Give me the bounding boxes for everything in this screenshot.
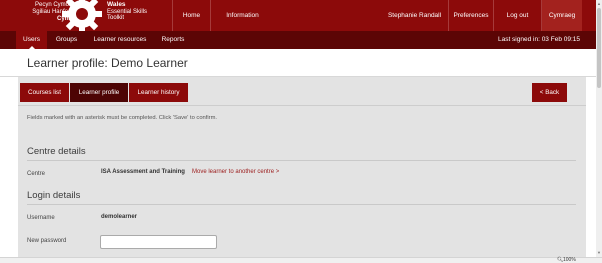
subnav-learner-resources[interactable]: Learner resources bbox=[88, 31, 152, 49]
profile-panel: Courses list Learner profile Learner his… bbox=[18, 77, 586, 257]
scroll-up-icon[interactable]: ▲ bbox=[597, 1, 601, 6]
move-learner-link[interactable]: Move learner to another centre > bbox=[192, 169, 279, 175]
back-button[interactable]: < Back bbox=[532, 83, 567, 102]
subnav-users[interactable]: Users bbox=[16, 31, 47, 49]
login-divider bbox=[27, 204, 576, 205]
nav-information-link[interactable]: Information bbox=[210, 0, 274, 31]
tab-learner-history[interactable]: Learner history bbox=[129, 83, 188, 102]
login-details-heading: Login details bbox=[27, 190, 81, 201]
browser-status-bar: 🔍︎ 100% bbox=[0, 257, 602, 263]
centre-divider bbox=[27, 160, 576, 161]
last-signed-in: Last signed in: 03 Feb 09:15 bbox=[497, 36, 580, 43]
nav-logout-link[interactable]: Log out bbox=[493, 0, 541, 31]
brand-line-6: Toolkit bbox=[107, 15, 125, 21]
username-value: demolearner bbox=[101, 214, 138, 220]
tabs-divider bbox=[18, 105, 586, 106]
tab-courses-list[interactable]: Courses list bbox=[20, 83, 69, 102]
form-instructions: Fields marked with an asterisk must be c… bbox=[27, 115, 218, 121]
brand-english[interactable]: Wales Essential Skills Toolkit bbox=[107, 1, 147, 22]
nav-language-toggle[interactable]: Cymraeg bbox=[541, 0, 582, 31]
secondary-nav: Users Groups Learner resources Reports L… bbox=[0, 31, 596, 49]
nav-home-link[interactable]: Home bbox=[172, 0, 210, 31]
new-password-input[interactable] bbox=[100, 235, 217, 249]
subnav-reports[interactable]: Reports bbox=[156, 31, 190, 49]
scroll-down-icon[interactable]: ▼ bbox=[597, 250, 601, 255]
subnav-groups[interactable]: Groups bbox=[51, 31, 82, 49]
username-label: Username bbox=[27, 215, 55, 221]
page-title: Learner profile: Demo Learner bbox=[27, 56, 188, 70]
scrollbar-thumb[interactable] bbox=[597, 8, 601, 88]
centre-value: ISA Assessment and Training bbox=[101, 169, 185, 175]
new-password-label: New password bbox=[27, 238, 67, 244]
centre-details-heading: Centre details bbox=[27, 146, 86, 157]
vertical-scrollbar[interactable]: ▲ ▼ bbox=[596, 0, 602, 257]
nav-user-link[interactable]: Stephanie Randall bbox=[381, 0, 448, 31]
top-header: Pecyn Cymorth Sgiliau Hanfodol Cymru Wal… bbox=[0, 0, 596, 34]
centre-label: Centre bbox=[27, 171, 46, 177]
tab-learner-profile[interactable]: Learner profile bbox=[70, 83, 128, 102]
zoom-level[interactable]: 100% bbox=[563, 257, 576, 263]
nav-preferences-link[interactable]: Preferences bbox=[448, 0, 493, 31]
